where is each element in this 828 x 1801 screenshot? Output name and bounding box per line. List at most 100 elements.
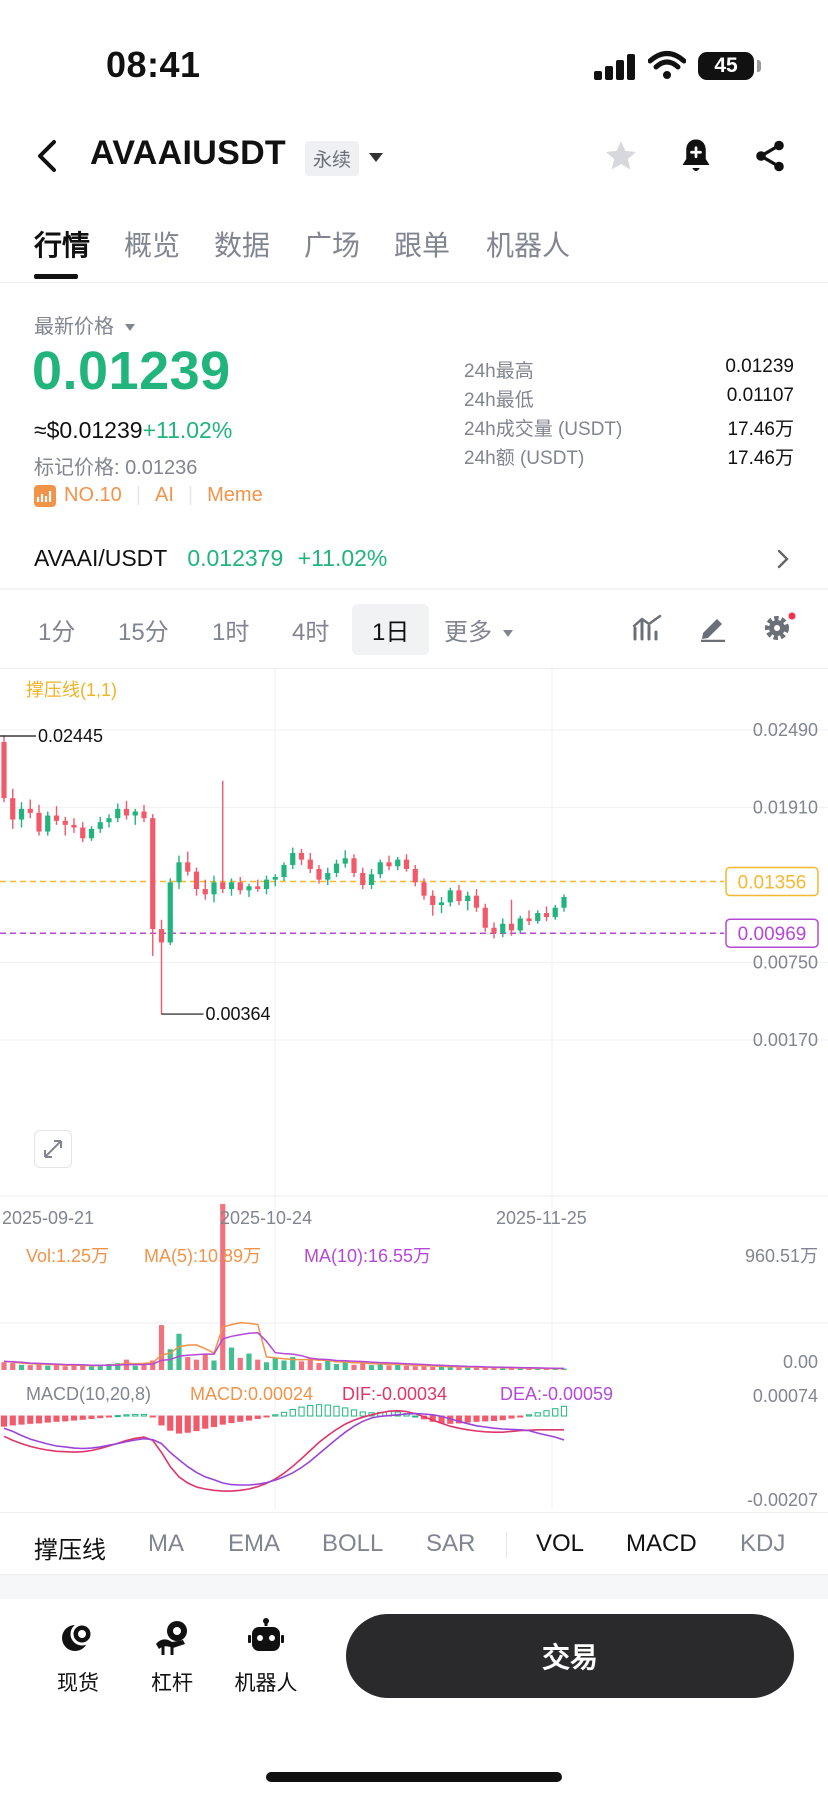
spot-pair-row[interactable]: AVAAI/USDT 0.012379 +11.02% (34, 545, 387, 572)
tab-data[interactable]: 数据 (214, 224, 270, 264)
indicator-vol[interactable]: VOL (536, 1530, 584, 1558)
timeframe-1h[interactable]: 1时 (212, 612, 249, 647)
volume-max-label: 960.51万 (745, 1246, 818, 1266)
spot-price: 0.012379 (187, 545, 284, 571)
indicator-boll[interactable]: BOLL (322, 1530, 383, 1558)
volume-bar (395, 1364, 401, 1370)
macd-histogram-bar (88, 1415, 95, 1419)
candle-body (211, 882, 217, 895)
pair-title[interactable]: AVAAIUSDT (90, 134, 286, 173)
volume-bar (141, 1364, 147, 1370)
indicator-kdj[interactable]: KDJ (740, 1530, 785, 1558)
timeframe-15m[interactable]: 15分 (118, 612, 169, 647)
macd-histogram-bar (105, 1415, 113, 1418)
meme-tag[interactable]: Meme (207, 484, 263, 507)
tab-copy-trading[interactable]: 跟单 (394, 224, 450, 264)
candle-body (106, 818, 112, 823)
candle-body (228, 882, 235, 890)
mark-price: 标记价格: 0.01236 (34, 457, 198, 479)
high-label: 0.02445 (38, 726, 103, 746)
macd-histogram-bar (359, 1411, 366, 1417)
status-time: 08:41 (106, 44, 201, 85)
volume-bar (211, 1360, 217, 1370)
price-type-dropdown-icon (124, 324, 135, 332)
back-arrow-icon[interactable] (32, 138, 60, 174)
chart-settings-gear-icon[interactable] (762, 612, 796, 644)
macd-histogram-bar (263, 1415, 270, 1418)
stat-high-label: 24h最高 (464, 361, 534, 382)
macd-histogram-bar (140, 1413, 148, 1417)
volume-bar (360, 1363, 366, 1370)
macd-histogram-bar (517, 1415, 524, 1418)
volume-bar (421, 1366, 427, 1370)
indicator-support-resistance[interactable]: 撑压线 (34, 1530, 106, 1565)
volume-bar (272, 1357, 278, 1370)
latest-price-label-text: 最新价格 (34, 316, 114, 338)
candle-body (132, 811, 138, 816)
star-icon[interactable] (602, 138, 640, 174)
latest-price-label[interactable]: 最新价格 (34, 310, 136, 339)
battery-indicator: 45 (698, 52, 754, 80)
macd-histogram-bar (525, 1414, 533, 1417)
timeframe-1m[interactable]: 1分 (38, 612, 75, 647)
macd-histogram-bar (543, 1410, 550, 1417)
macd-histogram-bar (552, 1408, 559, 1417)
expand-chart-button[interactable] (34, 1130, 72, 1168)
volume-bar (325, 1360, 331, 1370)
indicator-ema[interactable]: EMA (228, 1530, 280, 1558)
tab-square[interactable]: 广场 (304, 224, 360, 264)
drawing-pencil-icon[interactable] (698, 612, 728, 642)
macd-histogram-bar (560, 1405, 568, 1417)
rank-tag[interactable]: NO.10 (64, 484, 122, 507)
stat-low-value: 0.01107 (726, 385, 794, 406)
indicator-chart-icon[interactable] (632, 614, 662, 642)
nav-bot[interactable]: 机器人 (226, 1618, 306, 1697)
nav-spot[interactable]: 现货 (38, 1618, 118, 1697)
candle-body (517, 918, 523, 931)
candle-body (158, 929, 165, 943)
candle-body (141, 811, 147, 819)
macd-histogram-bar (53, 1415, 60, 1422)
volume-bar (27, 1365, 33, 1370)
volume-bar (351, 1364, 357, 1370)
x-tick-label: 2025-10-24 (220, 1208, 312, 1228)
ai-tag[interactable]: AI (155, 484, 174, 507)
indicator-sar[interactable]: SAR (426, 1530, 475, 1558)
timeframe-1d[interactable]: 1日 (352, 604, 430, 655)
macd-histogram-bar (202, 1415, 209, 1429)
candle-body (395, 859, 401, 867)
tabs-divider (0, 282, 828, 283)
volume-bar (482, 1367, 488, 1370)
tab-market[interactable]: 行情 (34, 224, 90, 264)
candle-body (176, 862, 182, 883)
price-chart[interactable]: 0.02445 0.00364 撑压线(1,1) 0.02490 0.01910 0.00… (0, 668, 828, 1510)
chevron-right-icon[interactable] (776, 548, 790, 570)
candle-body (88, 828, 95, 839)
nav-margin[interactable]: 杠杆 (132, 1618, 212, 1697)
macd-histogram-bar (132, 1413, 139, 1417)
macd-histogram-bar (167, 1415, 174, 1431)
price-alert-bell-icon[interactable] (678, 136, 714, 176)
macd-histogram-bar (70, 1415, 78, 1421)
indicator-ma[interactable]: MA (148, 1530, 184, 1558)
candle-body (237, 882, 243, 891)
macd-min-label: -0.00207 (747, 1490, 818, 1510)
share-icon[interactable] (752, 138, 788, 174)
macd-histogram-bar (210, 1415, 218, 1428)
macd-histogram-bar (193, 1415, 200, 1432)
tab-overview[interactable]: 概览 (124, 224, 180, 264)
candle-body (403, 859, 410, 869)
stat-volume-value: 17.46万 (727, 419, 794, 440)
timeframe-more[interactable]: 更多 (444, 612, 514, 647)
support-tag-label: 0.00969 (738, 924, 807, 945)
candle-body (71, 824, 77, 828)
trade-button[interactable]: 交易 (346, 1614, 794, 1698)
volume-bar (220, 1204, 226, 1370)
volume-bar (202, 1354, 208, 1370)
tab-bots[interactable]: 机器人 (486, 224, 570, 264)
indicator-macd[interactable]: MACD (626, 1530, 697, 1558)
candle-body (27, 808, 33, 813)
timeframe-4h[interactable]: 4时 (292, 612, 329, 647)
pair-dropdown-icon[interactable] (368, 152, 384, 164)
robot-icon (248, 1618, 284, 1651)
